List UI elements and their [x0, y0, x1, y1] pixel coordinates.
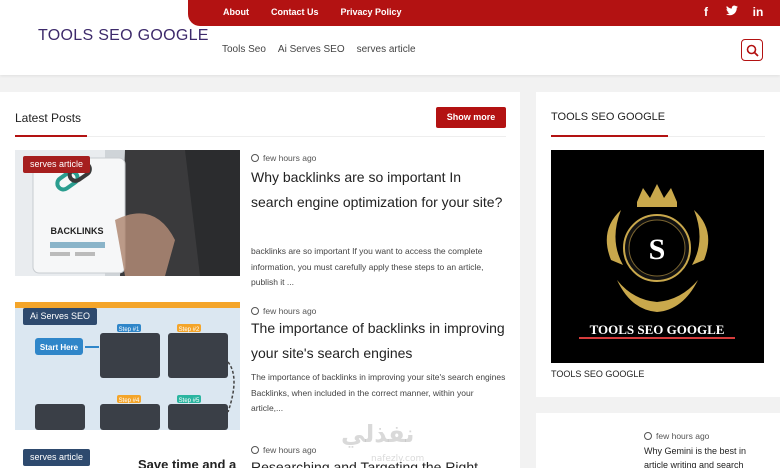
clock-icon: [644, 432, 652, 440]
post-card: Save time and a serves article few hours…: [15, 445, 506, 468]
category-label[interactable]: Ai Serves SEO: [23, 308, 98, 325]
post-card: Start Here Step #1 Step #2 Step #4 Step …: [15, 302, 506, 430]
post-time: few hours ago: [263, 153, 317, 163]
section-title: Latest Posts: [15, 111, 82, 125]
top-links: About Contact Us Privacy Policy: [223, 7, 424, 17]
post-thumbnail[interactable]: Start Here Step #1 Step #2 Step #4 Step …: [15, 302, 240, 430]
post-meta: few hours ago: [251, 306, 316, 316]
thumbnail-text: BACKLINKS: [51, 226, 104, 236]
about-link[interactable]: About: [223, 7, 249, 17]
logo-text: TOOLS SEO GOOGLE: [590, 322, 725, 337]
step-label: Step #5: [179, 398, 200, 404]
main-menu: Tools Seo Ai Serves SEO serves article: [222, 44, 428, 55]
thumbnail-text: Save time and a: [138, 457, 237, 468]
post-meta: few hours ago: [251, 153, 316, 163]
linkedin-icon[interactable]: in: [752, 5, 764, 19]
facebook-icon[interactable]: f: [700, 5, 712, 19]
latest-posts-section: Latest Posts Show more BACKLINKS serves …: [0, 92, 520, 468]
clock-icon: [251, 446, 259, 454]
post-title[interactable]: Why backlinks are so important In search…: [251, 165, 506, 215]
title-underline: [15, 135, 87, 137]
post-time: few hours ago: [656, 431, 710, 441]
sidebar-logo-image[interactable]: S TOOLS SEO GOOGLE: [551, 150, 764, 363]
site-title[interactable]: TOOLS SEO GOOGLE: [38, 27, 209, 45]
step-label: Step #4: [119, 398, 140, 404]
contact-us-link[interactable]: Contact Us: [271, 7, 319, 17]
social-links: f in: [700, 5, 764, 19]
post-title[interactable]: Why Gemini is the best in article writin…: [644, 444, 766, 468]
menu-item-tools-seo[interactable]: Tools Seo: [222, 44, 266, 55]
post-meta: few hours ago: [644, 431, 709, 441]
post-excerpt: backlinks are so important If you want t…: [251, 246, 484, 287]
post-excerpt: The importance of backlinks in improving…: [251, 372, 506, 413]
top-bar: About Contact Us Privacy Policy f in: [188, 0, 780, 26]
watermark-arabic: نفذلي: [341, 420, 415, 448]
search-button[interactable]: [741, 39, 763, 61]
post-thumbnail[interactable]: Save time and a serves article: [15, 445, 240, 468]
post-meta: few hours ago: [251, 445, 316, 455]
search-icon: [746, 44, 759, 57]
thumbnail-start: Start Here: [40, 343, 79, 352]
sidebar-caption: TOOLS SEO GOOGLE: [551, 369, 645, 379]
menu-item-serves-article[interactable]: serves article: [357, 44, 416, 55]
show-more-button[interactable]: Show more: [436, 107, 506, 128]
logo-letter: S: [649, 233, 666, 266]
category-label[interactable]: serves article: [23, 449, 91, 466]
watermark-latin: nafezly.com: [371, 454, 425, 464]
step-label: Step #1: [119, 327, 140, 333]
menu-item-ai-serves-seo[interactable]: Ai Serves SEO: [278, 44, 345, 55]
clock-icon: [251, 154, 259, 162]
site-header: About Contact Us Privacy Policy f in TOO…: [0, 0, 780, 75]
category-label[interactable]: serves article: [23, 156, 91, 173]
step-label: Step #2: [179, 327, 200, 333]
sidebar-widget: TOOLS SEO GOOGLE S TOOLS SEO GOOGLE TOOL…: [536, 92, 780, 397]
title-underline: [551, 135, 668, 137]
clock-icon: [251, 307, 259, 315]
post-time: few hours ago: [263, 445, 317, 455]
privacy-policy-link[interactable]: Privacy Policy: [341, 7, 402, 17]
sidebar-post: few hours ago Why Gemini is the best in …: [536, 413, 780, 468]
post-thumbnail[interactable]: BACKLINKS serves article: [15, 150, 240, 276]
divider: [15, 136, 506, 137]
twitter-icon[interactable]: [726, 5, 738, 19]
sidebar-title: TOOLS SEO GOOGLE: [551, 111, 666, 123]
watermark: نفذلي nafezly.com: [341, 420, 424, 464]
post-card: BACKLINKS serves article few hours ago W…: [15, 150, 506, 287]
post-title[interactable]: The importance of backlinks in improving…: [251, 316, 506, 366]
post-time: few hours ago: [263, 306, 317, 316]
